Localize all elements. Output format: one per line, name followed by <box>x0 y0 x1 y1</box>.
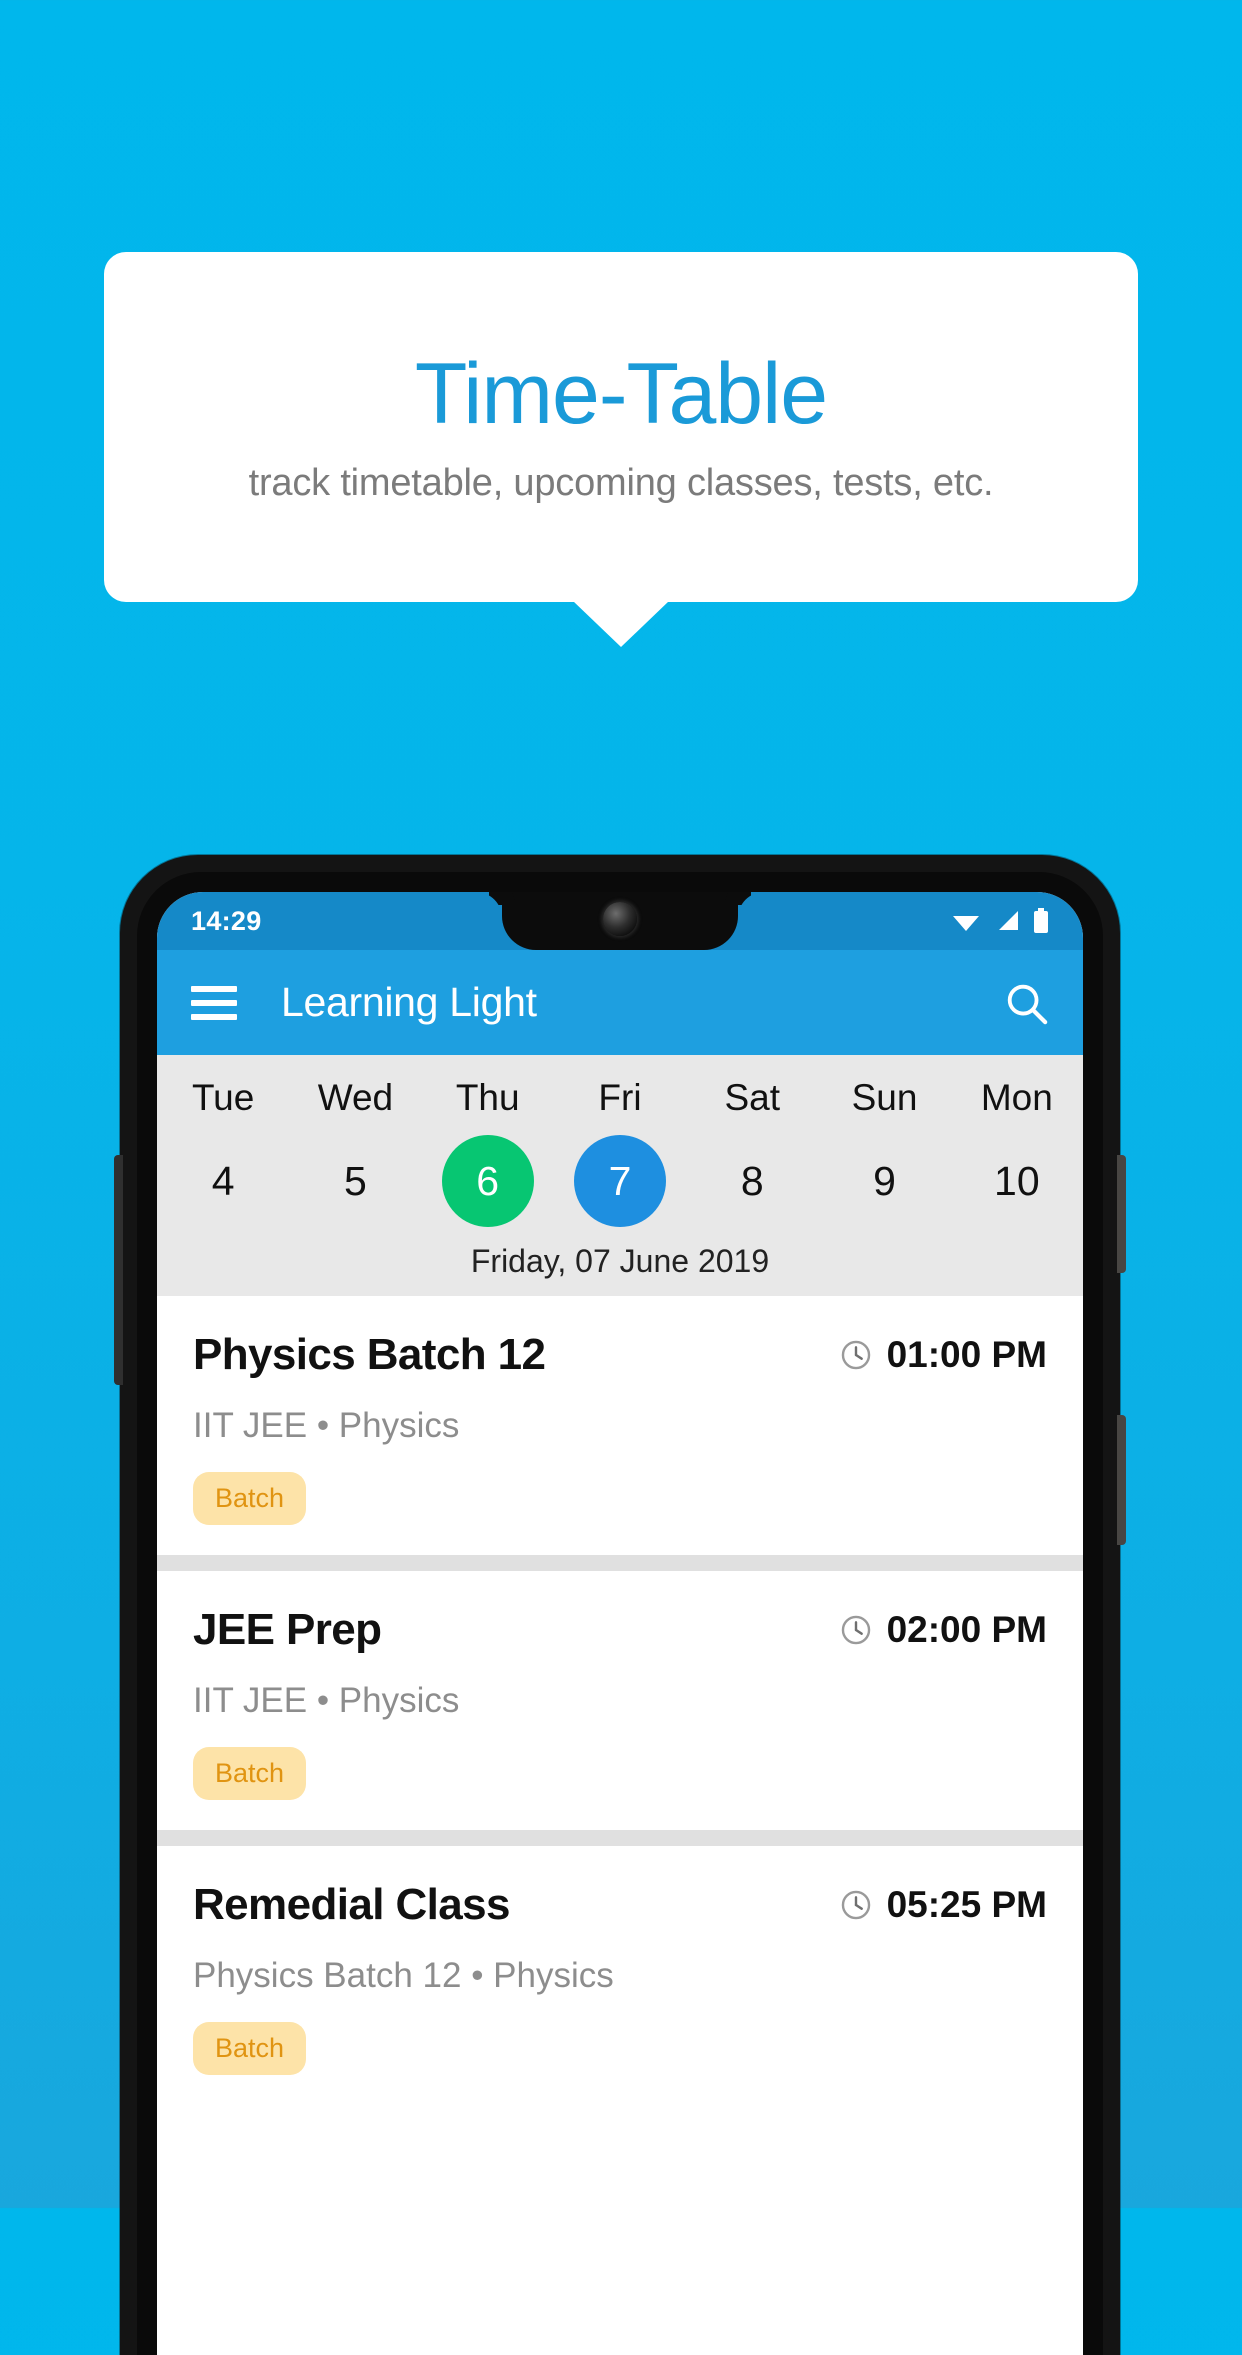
weekday-label[interactable]: Fri <box>554 1077 686 1119</box>
date-cell[interactable]: 8 <box>686 1135 818 1227</box>
schedule-list: Physics Batch 12 01:00 PM IIT JEE • Phys… <box>157 1296 1083 2105</box>
search-icon[interactable] <box>1003 980 1049 1026</box>
app-bar: Learning Light <box>157 950 1083 1055</box>
schedule-item-time-group: 05:25 PM <box>839 1884 1047 1926</box>
weekday-label[interactable]: Thu <box>422 1077 554 1119</box>
schedule-item-subtitle: Physics Batch 12 • Physics <box>193 1956 614 1995</box>
phone-volume-button[interactable] <box>1117 1415 1126 1545</box>
schedule-item-header: Remedial Class 05:25 PM <box>193 1880 1047 1930</box>
status-bar-clock: 14:29 <box>191 905 262 936</box>
phone-power-button[interactable] <box>1117 1155 1126 1273</box>
clock-icon <box>841 1615 870 1645</box>
status-bar-icons <box>951 908 1049 934</box>
selected-date-label: Friday, 07 June 2019 <box>470 1243 770 1279</box>
date-cell[interactable]: 5 <box>289 1135 421 1227</box>
phone-bezel: 14:29 Learning Light Tue Wed Thu Fri Sat… <box>137 872 1103 2355</box>
date-cell-selected[interactable]: 7 <box>554 1135 686 1227</box>
schedule-item-tag: Batch <box>193 1747 307 1800</box>
front-camera <box>603 902 637 936</box>
schedule-item-time: 02:00 PM <box>886 1609 1047 1650</box>
date-cell-today[interactable]: 6 <box>422 1135 554 1227</box>
schedule-item-header: Physics Batch 12 01:00 PM <box>193 1330 1047 1380</box>
schedule-item-time-group: 02:00 PM <box>839 1609 1047 1651</box>
date-number[interactable]: 5 <box>309 1135 401 1227</box>
date-number[interactable]: 8 <box>706 1135 798 1227</box>
schedule-item[interactable]: Remedial Class 05:25 PM Physics Batch 12… <box>157 1846 1083 2105</box>
schedule-item-time: 01:00 PM <box>886 1334 1047 1375</box>
clock-icon <box>841 1890 870 1920</box>
schedule-item-title: Physics Batch 12 <box>193 1330 546 1379</box>
phone-screen: 14:29 Learning Light Tue Wed Thu Fri Sat… <box>157 892 1083 2355</box>
schedule-item-title: Remedial Class <box>193 1880 510 1929</box>
clock-icon <box>841 1340 870 1370</box>
schedule-item-time-group: 01:00 PM <box>839 1334 1047 1376</box>
hamburger-menu-icon[interactable] <box>191 985 237 1020</box>
date-number[interactable]: 4 <box>177 1135 269 1227</box>
schedule-item-title: JEE Prep <box>193 1605 382 1654</box>
date-cell[interactable]: 9 <box>818 1135 950 1227</box>
date-strip: Tue Wed Thu Fri Sat Sun Mon 4 5 6 7 8 9 … <box>157 1055 1083 1296</box>
date-number-row: 4 5 6 7 8 9 10 <box>157 1135 1083 1227</box>
weekday-label[interactable]: Tue <box>157 1077 289 1119</box>
promo-bubble-tail <box>573 601 669 647</box>
weekday-label[interactable]: Wed <box>289 1077 421 1119</box>
schedule-item-tag: Batch <box>193 2022 307 2075</box>
signal-icon <box>999 911 1018 930</box>
schedule-item-subtitle: IIT JEE • Physics <box>193 1406 460 1445</box>
date-cell[interactable]: 10 <box>951 1135 1083 1227</box>
promo-subtitle: track timetable, upcoming classes, tests… <box>248 461 994 504</box>
promo-title: Time-Table <box>414 346 828 443</box>
app-title: Learning Light <box>281 979 537 1025</box>
phone-mockup: 14:29 Learning Light Tue Wed Thu Fri Sat… <box>114 855 1126 2355</box>
date-number[interactable]: 9 <box>839 1135 931 1227</box>
phone-left-button[interactable] <box>114 1155 123 1385</box>
schedule-item-header: JEE Prep 02:00 PM <box>193 1605 1047 1655</box>
schedule-item[interactable]: JEE Prep 02:00 PM IIT JEE • Physics Batc… <box>157 1571 1083 1830</box>
date-number[interactable]: 10 <box>971 1135 1063 1227</box>
date-cell[interactable]: 4 <box>157 1135 289 1227</box>
weekday-label[interactable]: Sat <box>686 1077 818 1119</box>
weekday-row: Tue Wed Thu Fri Sat Sun Mon <box>157 1077 1083 1119</box>
schedule-item-time: 05:25 PM <box>886 1884 1047 1925</box>
schedule-item[interactable]: Physics Batch 12 01:00 PM IIT JEE • Phys… <box>157 1296 1083 1555</box>
wifi-icon <box>953 916 979 931</box>
weekday-label[interactable]: Sun <box>818 1077 950 1119</box>
weekday-label[interactable]: Mon <box>951 1077 1083 1119</box>
battery-icon <box>1034 908 1048 933</box>
date-number-selected[interactable]: 7 <box>573 1135 666 1227</box>
schedule-item-subtitle: IIT JEE • Physics <box>193 1681 460 1720</box>
schedule-item-tag: Batch <box>193 1472 307 1525</box>
date-number-today[interactable]: 6 <box>441 1135 534 1227</box>
promo-bubble: Time-Table track timetable, upcoming cla… <box>104 252 1138 602</box>
